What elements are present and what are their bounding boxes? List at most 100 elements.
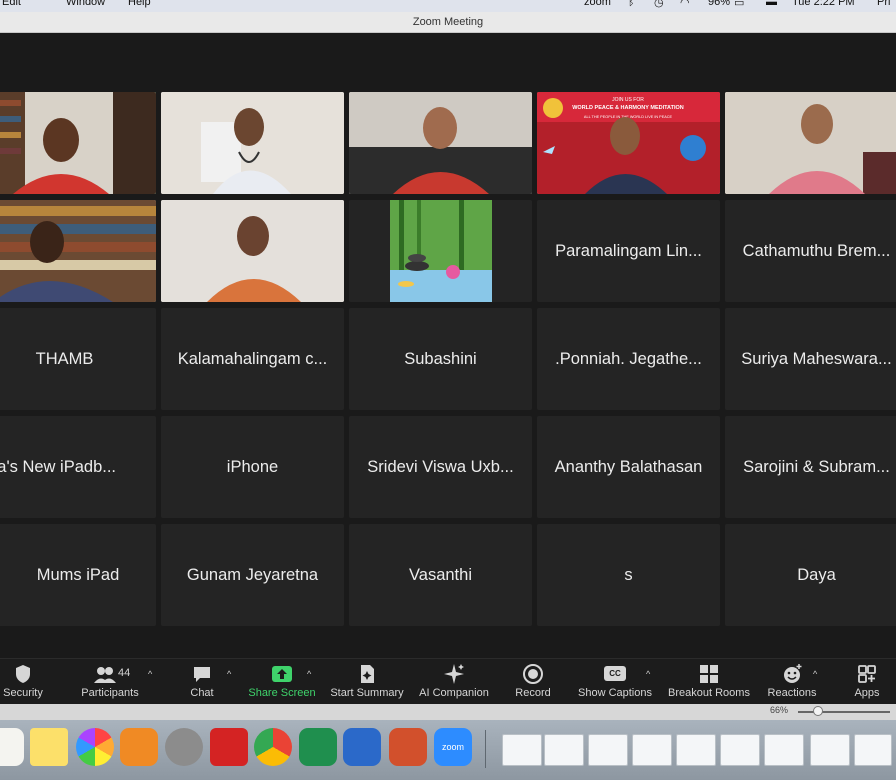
bluetooth-icon[interactable]: ᛒ xyxy=(628,0,635,8)
apps-icon xyxy=(858,665,876,683)
record-button[interactable]: Record xyxy=(512,663,554,703)
share-caret-icon[interactable]: ^ xyxy=(307,669,311,679)
participant-tile[interactable]: Paramalingam Lin... xyxy=(537,200,720,302)
participants-caret-icon[interactable]: ^ xyxy=(148,669,152,679)
powerpoint-app-icon[interactable] xyxy=(389,728,427,766)
menubar-clock[interactable]: Tue 2:22 PM xyxy=(792,0,855,8)
document-thumbnail[interactable] xyxy=(544,734,584,766)
notes-app-icon[interactable] xyxy=(0,728,24,766)
battery-percent[interactable]: 96% xyxy=(708,0,730,8)
participant-tile[interactable]: iPhone xyxy=(161,416,344,518)
meeting-toolbar: Security 44 Participants ^ Chat ^ Share … xyxy=(0,658,896,705)
menubar-zoom-status[interactable]: zoom xyxy=(584,0,611,8)
document-thumbnail[interactable] xyxy=(854,734,892,766)
acrobat-app-icon[interactable] xyxy=(210,728,248,766)
share-screen-label: Share Screen xyxy=(248,687,316,699)
participant-count: 44 xyxy=(118,667,131,679)
banner-headline: WORLD PEACE & HARMONY MEDITATION xyxy=(572,105,684,111)
ai-companion-button[interactable]: AI Companion xyxy=(418,663,490,703)
clock-history-icon[interactable]: ◷ xyxy=(654,0,664,9)
document-thumbnail[interactable] xyxy=(676,734,716,766)
share-screen-icon xyxy=(272,666,292,682)
books-app-icon[interactable] xyxy=(120,728,158,766)
document-thumbnail[interactable] xyxy=(764,734,804,766)
menu-window[interactable]: Window xyxy=(66,0,105,8)
participant-tile[interactable]: Ananthy Balathasan xyxy=(537,416,720,518)
wifi-icon[interactable]: ◠ xyxy=(680,0,690,9)
participant-tile[interactable]: Cathamuthu Brem... xyxy=(725,200,896,302)
participant-tile[interactable]: s xyxy=(537,524,720,626)
video-tile[interactable] xyxy=(0,200,156,302)
participant-tile[interactable]: Sarojini & Subram... xyxy=(725,416,896,518)
flag-icon[interactable]: ▬ xyxy=(766,0,777,8)
participant-video xyxy=(161,92,344,194)
show-captions-button[interactable]: CC Show Captions xyxy=(577,663,653,703)
participant-tile[interactable]: Kalamahalingam c... xyxy=(161,308,344,410)
participant-tile[interactable]: Vasanthi xyxy=(349,524,532,626)
chat-button[interactable]: Chat xyxy=(186,663,218,703)
zoom-level: 66% xyxy=(770,705,789,715)
document-thumbnail[interactable] xyxy=(632,734,672,766)
video-tile[interactable] xyxy=(161,200,344,302)
start-summary-button[interactable]: Start Summary xyxy=(328,663,406,703)
video-tile[interactable] xyxy=(725,92,896,194)
zoom-slider-track[interactable] xyxy=(798,711,890,713)
participant-tile[interactable]: Suriya Maheswara... xyxy=(725,308,896,410)
start-summary-label: Start Summary xyxy=(330,687,404,699)
participants-icon: 44 xyxy=(85,663,135,685)
chrome-app-icon[interactable] xyxy=(254,728,292,766)
participant-video xyxy=(349,92,532,194)
menubar-profile[interactable]: Pri xyxy=(877,0,890,8)
participant-name: Daya xyxy=(797,565,836,584)
security-button[interactable]: Security xyxy=(0,663,46,703)
captions-caret-icon[interactable]: ^ xyxy=(646,669,650,679)
menu-edit[interactable]: Edit xyxy=(2,0,21,8)
participant-tile[interactable]: Sridevi Viswa Uxb... xyxy=(349,416,532,518)
menu-help[interactable]: Help xyxy=(128,0,151,8)
shield-icon xyxy=(16,665,30,683)
document-thumbnail[interactable] xyxy=(588,734,628,766)
photos-app-icon[interactable] xyxy=(76,728,114,766)
zoom-app-icon[interactable]: zoom xyxy=(434,728,472,766)
participant-name: Vasanthi xyxy=(409,565,472,584)
ai-companion-label: AI Companion xyxy=(419,687,489,699)
breakout-rooms-button[interactable]: Breakout Rooms xyxy=(667,663,751,703)
reactions-button[interactable]: Reactions xyxy=(765,663,819,703)
participant-tile[interactable]: aya's New iPadb... xyxy=(0,416,156,518)
participant-name: Sridevi Viswa Uxb... xyxy=(367,457,514,476)
participant-tile[interactable]: Daya xyxy=(725,524,896,626)
participant-tile[interactable]: THAMB xyxy=(0,308,156,410)
participant-name: Ananthy Balathasan xyxy=(554,457,703,476)
participant-tile[interactable]: Gunam Jeyaretna xyxy=(161,524,344,626)
org-logo-icon xyxy=(543,98,563,118)
participant-tile[interactable]: .Ponniah. Jegathe... xyxy=(537,308,720,410)
reactions-label: Reactions xyxy=(767,687,817,699)
breakout-rooms-label: Breakout Rooms xyxy=(668,687,750,699)
document-thumbnail[interactable] xyxy=(502,734,542,766)
apps-button[interactable]: Apps xyxy=(850,663,884,703)
participant-name: .Ponniah. Jegathe... xyxy=(555,349,702,368)
document-thumbnail[interactable] xyxy=(810,734,850,766)
video-tile[interactable] xyxy=(349,92,532,194)
participant-tile[interactable]: Subashini xyxy=(349,308,532,410)
video-tile-speaker[interactable] xyxy=(0,92,156,194)
system-settings-app-icon[interactable] xyxy=(165,728,203,766)
profile-picture-tile[interactable] xyxy=(349,200,532,302)
participant-tile[interactable]: Mums iPad xyxy=(0,524,156,626)
word-app-icon[interactable] xyxy=(343,728,381,766)
window-title: Zoom Meeting xyxy=(412,16,484,28)
battery-icon[interactable]: ▭ xyxy=(734,0,744,9)
video-tile[interactable]: JOIN US FOR WORLD PEACE & HARMONY MEDITA… xyxy=(537,92,720,194)
zoom-slider-bar: 66% xyxy=(0,704,896,720)
excel-app-icon[interactable] xyxy=(299,728,337,766)
participants-button[interactable]: 44 Participants xyxy=(78,663,142,703)
globe-icon xyxy=(680,135,706,161)
video-tile[interactable] xyxy=(161,92,344,194)
participant-name: THAMB xyxy=(35,349,94,368)
chat-caret-icon[interactable]: ^ xyxy=(227,669,231,679)
zoom-slider-handle[interactable] xyxy=(813,706,823,716)
reactions-caret-icon[interactable]: ^ xyxy=(813,669,817,679)
stickies-app-icon[interactable] xyxy=(30,728,68,766)
show-captions-label: Show Captions xyxy=(578,687,652,699)
document-thumbnail[interactable] xyxy=(720,734,760,766)
